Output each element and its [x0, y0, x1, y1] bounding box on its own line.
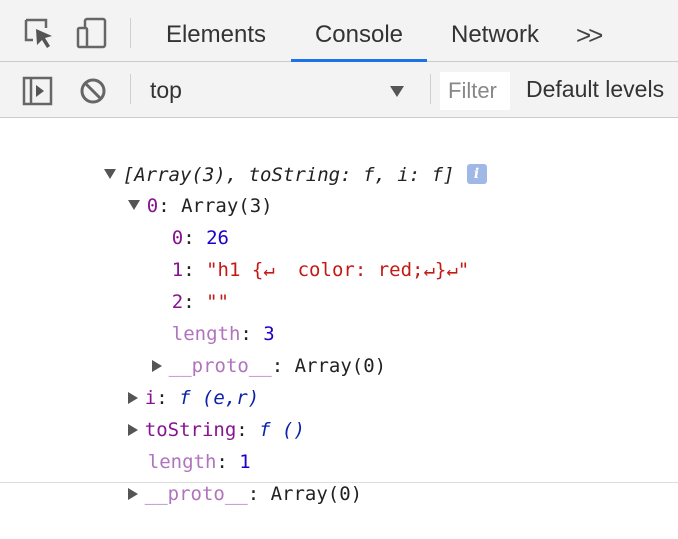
tab-console[interactable]: Console [291, 0, 427, 62]
clear-console-icon[interactable] [78, 76, 108, 106]
toolbar-divider [430, 74, 431, 104]
more-tabs-button[interactable]: >> [576, 0, 603, 62]
dropdown-arrow-icon [390, 86, 404, 97]
tree-row-i[interactable]: i: f (e,r) [82, 353, 259, 409]
property-value: Array(0) [270, 483, 363, 505]
context-selector[interactable]: top [138, 68, 418, 112]
property-sep: : [271, 355, 295, 377]
devtools-tabbar: Elements Console Network >> [0, 0, 678, 62]
device-toolbar-icon[interactable] [75, 16, 109, 50]
filter-input[interactable] [440, 72, 510, 110]
tree-row-0[interactable]: 0: Array(3) [82, 161, 273, 217]
show-sidebar-icon[interactable] [22, 76, 54, 106]
console-output: [Array(3), toString: f, i: f] i 0: Array(… [0, 118, 678, 505]
property-sep: : [247, 483, 271, 505]
tree-row-length: length: 1 [102, 417, 251, 473]
expand-triangle-icon[interactable] [127, 487, 138, 500]
log-levels-dropdown[interactable]: Default levels [526, 76, 664, 103]
property-value: Array(0) [294, 355, 387, 377]
object-summary-row[interactable]: [Array(3), toString: f, i: f] i [58, 130, 487, 186]
inspect-element-icon[interactable] [22, 16, 56, 50]
property-key: __proto__ [144, 483, 248, 505]
tab-elements[interactable]: Elements [150, 0, 282, 62]
tree-row-0-2: 2: "" [126, 257, 229, 313]
info-icon[interactable]: i [466, 163, 487, 184]
console-toolbar: top Default levels [0, 62, 678, 118]
tree-row-0-length: length: 3 [126, 289, 275, 345]
tree-row-proto[interactable]: __proto__: Array(0) [82, 449, 362, 505]
property-value: "h1 {↵ color: red;↵}↵" [206, 259, 470, 281]
toolbar-divider [130, 74, 131, 104]
tree-row-0-0: 0: 26 [126, 193, 229, 249]
property-value: f () [259, 419, 305, 441]
console-bottom-border [0, 482, 678, 483]
context-value: top [150, 77, 182, 103]
tree-row-0-1: 1: "h1 {↵ color: red;↵}↵" [126, 225, 469, 281]
toolbar-divider [130, 18, 131, 48]
tree-row-tostring[interactable]: toString: f () [82, 385, 305, 441]
tree-row-0-proto[interactable]: __proto__: Array(0) [106, 321, 386, 377]
tab-network[interactable]: Network [436, 0, 554, 62]
